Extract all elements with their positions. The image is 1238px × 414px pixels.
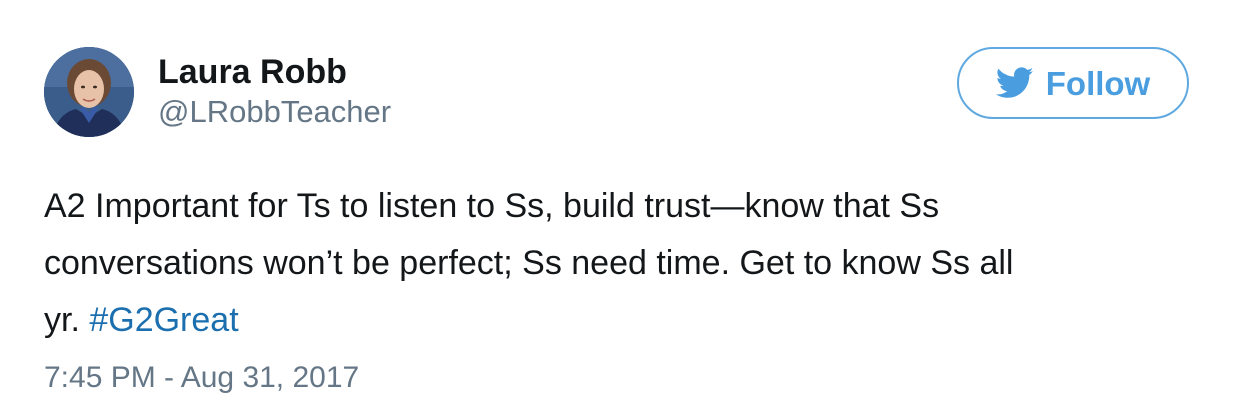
- tweet-text-line-3: yr.: [44, 301, 90, 339]
- author-display-name[interactable]: Laura Robb: [158, 52, 391, 92]
- author-info: Laura Robb @LRobbTeacher: [158, 52, 391, 132]
- avatar[interactable]: [44, 47, 134, 137]
- follow-button[interactable]: Follow: [957, 47, 1189, 119]
- tweet-text-line-2: conversations won’t be perfect; Ss need …: [44, 244, 1014, 282]
- tweet-timestamp[interactable]: 7:45 PM - Aug 31, 2017: [44, 358, 359, 398]
- tweet-card: Laura Robb @LRobbTeacher Follow A2 Impor…: [0, 0, 1238, 414]
- twitter-bird-icon: [995, 67, 1034, 98]
- hashtag-link[interactable]: #G2Great: [89, 301, 238, 339]
- tweet-text-line-1: A2 Important for Ts to listen to Ss, bui…: [44, 187, 940, 225]
- author-handle[interactable]: @LRobbTeacher: [158, 92, 391, 132]
- profile-photo-icon: [44, 47, 134, 137]
- follow-button-label: Follow: [1045, 64, 1151, 102]
- tweet-text: A2 Important for Ts to listen to Ss, bui…: [44, 178, 1204, 349]
